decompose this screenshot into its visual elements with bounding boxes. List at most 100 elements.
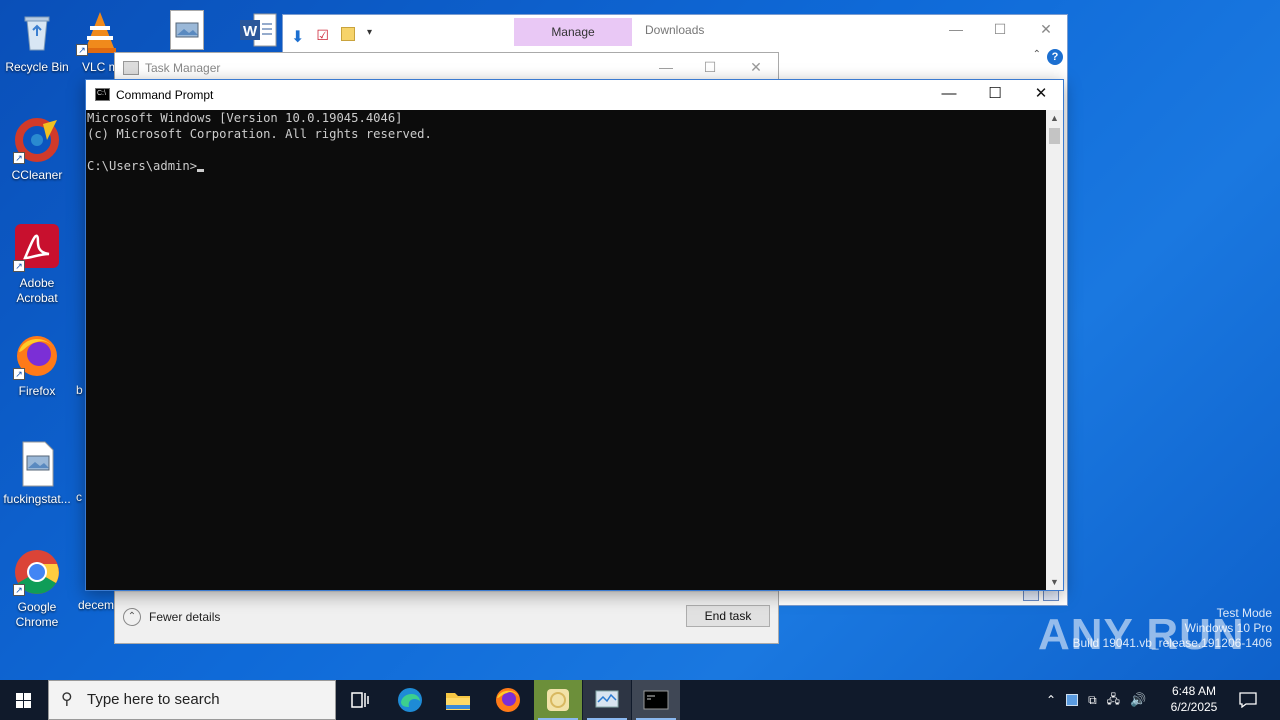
explorer-quick-access-toolbar: ⬇ ☑ ▾ [291,27,372,47]
minimize-button[interactable]: — [926,80,972,110]
image-file-icon [175,22,199,38]
console-icon [643,690,669,710]
system-clock[interactable]: 6:48 AM 6/2/2025 [1164,683,1224,715]
notification-center-button[interactable] [1236,680,1260,720]
desktop-icon-recycle-bin[interactable]: Recycle Bin [1,8,73,75]
console-prompt-line[interactable]: C:\Users\admin> [87,158,1047,174]
task-view-button[interactable] [336,680,384,720]
end-task-button[interactable]: End task [686,605,770,627]
close-button[interactable]: ✕ [1018,80,1064,110]
shortcut-arrow-icon: ↗ [13,152,25,164]
desktop-icon-label: decem [78,598,114,612]
desktop-icon-acrobat[interactable]: ↗ Adobe Acrobat [1,224,73,306]
scroll-down-icon[interactable]: ▼ [1046,574,1063,590]
vertical-scrollbar[interactable]: ▲ ▼ [1046,110,1063,590]
taskbar: ⚲ Type here to search ⌃ ⧉ 🖧 🔊 6:48 AM 6/… [0,680,1280,720]
minimize-button[interactable]: — [933,21,979,37]
chrome-icon: ↗ [13,548,61,596]
desktop-icon-ccleaner[interactable]: ↗ CCleaner [1,116,73,183]
scroll-thumb[interactable] [1049,128,1060,144]
recycle-bin-icon [13,8,61,56]
desktop-icon-fuckingstat[interactable]: fuckingstat... [1,440,73,507]
minimize-button[interactable]: — [643,59,689,75]
tab-manage[interactable]: Manage [514,18,632,46]
taskbar-command-prompt[interactable] [632,680,680,720]
maximize-button[interactable]: ☐ [687,59,733,76]
close-button[interactable]: ✕ [733,59,779,76]
task-manager-footer: ⌃ Fewer details End task [115,591,778,643]
ccleaner-icon: ↗ [13,116,61,164]
search-icon: ⚲ [61,691,73,708]
firefox-icon [496,688,520,712]
text-cursor [197,169,205,172]
task-manager-icon [123,61,139,75]
word-icon: W [240,13,277,47]
edge-icon [398,688,422,712]
vlc-icon: ↗ [76,8,124,56]
desktop-image-file-icon[interactable] [170,10,204,50]
task-view-icon [351,692,369,708]
shortcut-arrow-icon: ↗ [76,44,88,56]
desktop-icon-label: Recycle Bin [5,60,69,74]
test-mode-watermark: Test Mode Windows 10 Pro Build 19041.vb_… [1073,606,1273,651]
taskbar-task-manager[interactable] [583,680,631,720]
watermark-line: Test Mode [1216,606,1272,620]
download-arrow-icon[interactable]: ⬇ [291,27,304,47]
desktop-word-icon[interactable]: W [240,12,278,48]
console-icon: C:\ [95,88,110,101]
watermark-line: Windows 10 Pro [1184,621,1272,635]
clock-time: 6:48 AM [1171,684,1217,698]
title-bar[interactable]: C:\ Command Prompt — ☐ ✕ [86,80,1063,110]
close-button[interactable]: ✕ [1023,21,1069,38]
folder-icon [446,693,470,710]
desktop-icon-firefox[interactable]: ↗ Firefox [1,332,73,399]
window-title: Task Manager [145,61,221,75]
taskbar-app-active[interactable] [534,680,582,720]
desktop-icon-partial-decem[interactable]: decem [78,598,114,613]
maximize-button[interactable]: ☐ [972,80,1018,110]
window-title: Downloads [645,23,705,37]
desktop-icon-label: fuckingstat... [3,492,71,506]
command-prompt-window[interactable]: C:\ Command Prompt — ☐ ✕ Microsoft Windo… [85,79,1064,591]
system-tray: ⌃ ⧉ 🖧 🔊 [1046,680,1146,720]
desktop-icon-label: CCleaner [11,168,63,182]
app-icon [547,689,569,711]
taskbar-edge[interactable] [386,680,434,720]
desktop-icon-chrome[interactable]: ↗ Google Chrome [1,548,73,630]
usb-drive-icon[interactable] [1066,694,1079,706]
console-output[interactable]: Microsoft Windows [Version 10.0.19045.40… [86,110,1047,590]
task-manager-icon [595,690,619,708]
shortcut-arrow-icon: ↗ [13,368,25,380]
notification-icon [1239,692,1257,708]
network-icon[interactable]: 🖧 [1107,690,1120,711]
chevron-down-icon[interactable]: ▾ [367,27,372,47]
folder-icon[interactable] [340,27,355,41]
chevron-up-icon: ⌃ [123,608,141,626]
search-placeholder: Type here to search [87,691,220,708]
ribbon-expand-icon[interactable]: ⌃ [1033,49,1041,60]
fewer-details-label: Fewer details [149,610,221,624]
search-box[interactable]: ⚲ Type here to search [48,680,336,720]
taskbar-firefox[interactable] [484,680,532,720]
desktop-icon-label: Google Chrome [15,600,59,629]
firefox-icon: ↗ [13,332,61,380]
windows-logo-icon [16,693,31,708]
taskbar-file-explorer[interactable] [434,680,482,720]
volume-icon[interactable]: 🔊 [1130,692,1146,708]
shortcut-arrow-icon: ↗ [13,260,25,272]
shortcut-arrow-icon: ↗ [13,584,25,596]
fewer-details-link[interactable]: ⌃ Fewer details [123,608,220,626]
help-icon[interactable]: ? [1047,49,1063,65]
console-prompt: C:\Users\admin> [87,159,198,173]
clock-date: 6/2/2025 [1170,700,1218,714]
chevron-up-icon[interactable]: ⌃ [1046,693,1056,707]
start-button[interactable] [0,680,48,720]
console-line: (c) Microsoft Corporation. All rights re… [87,127,432,141]
scroll-up-icon[interactable]: ▲ [1046,110,1063,126]
console-line: Microsoft Windows [Version 10.0.19045.40… [87,111,403,125]
camera-icon[interactable]: ⧉ [1088,693,1097,708]
desktop-icon-label: Adobe Acrobat [16,276,58,305]
window-title: Command Prompt [116,88,214,102]
properties-icon[interactable]: ☑ [316,27,329,47]
maximize-button[interactable]: ☐ [977,21,1023,38]
